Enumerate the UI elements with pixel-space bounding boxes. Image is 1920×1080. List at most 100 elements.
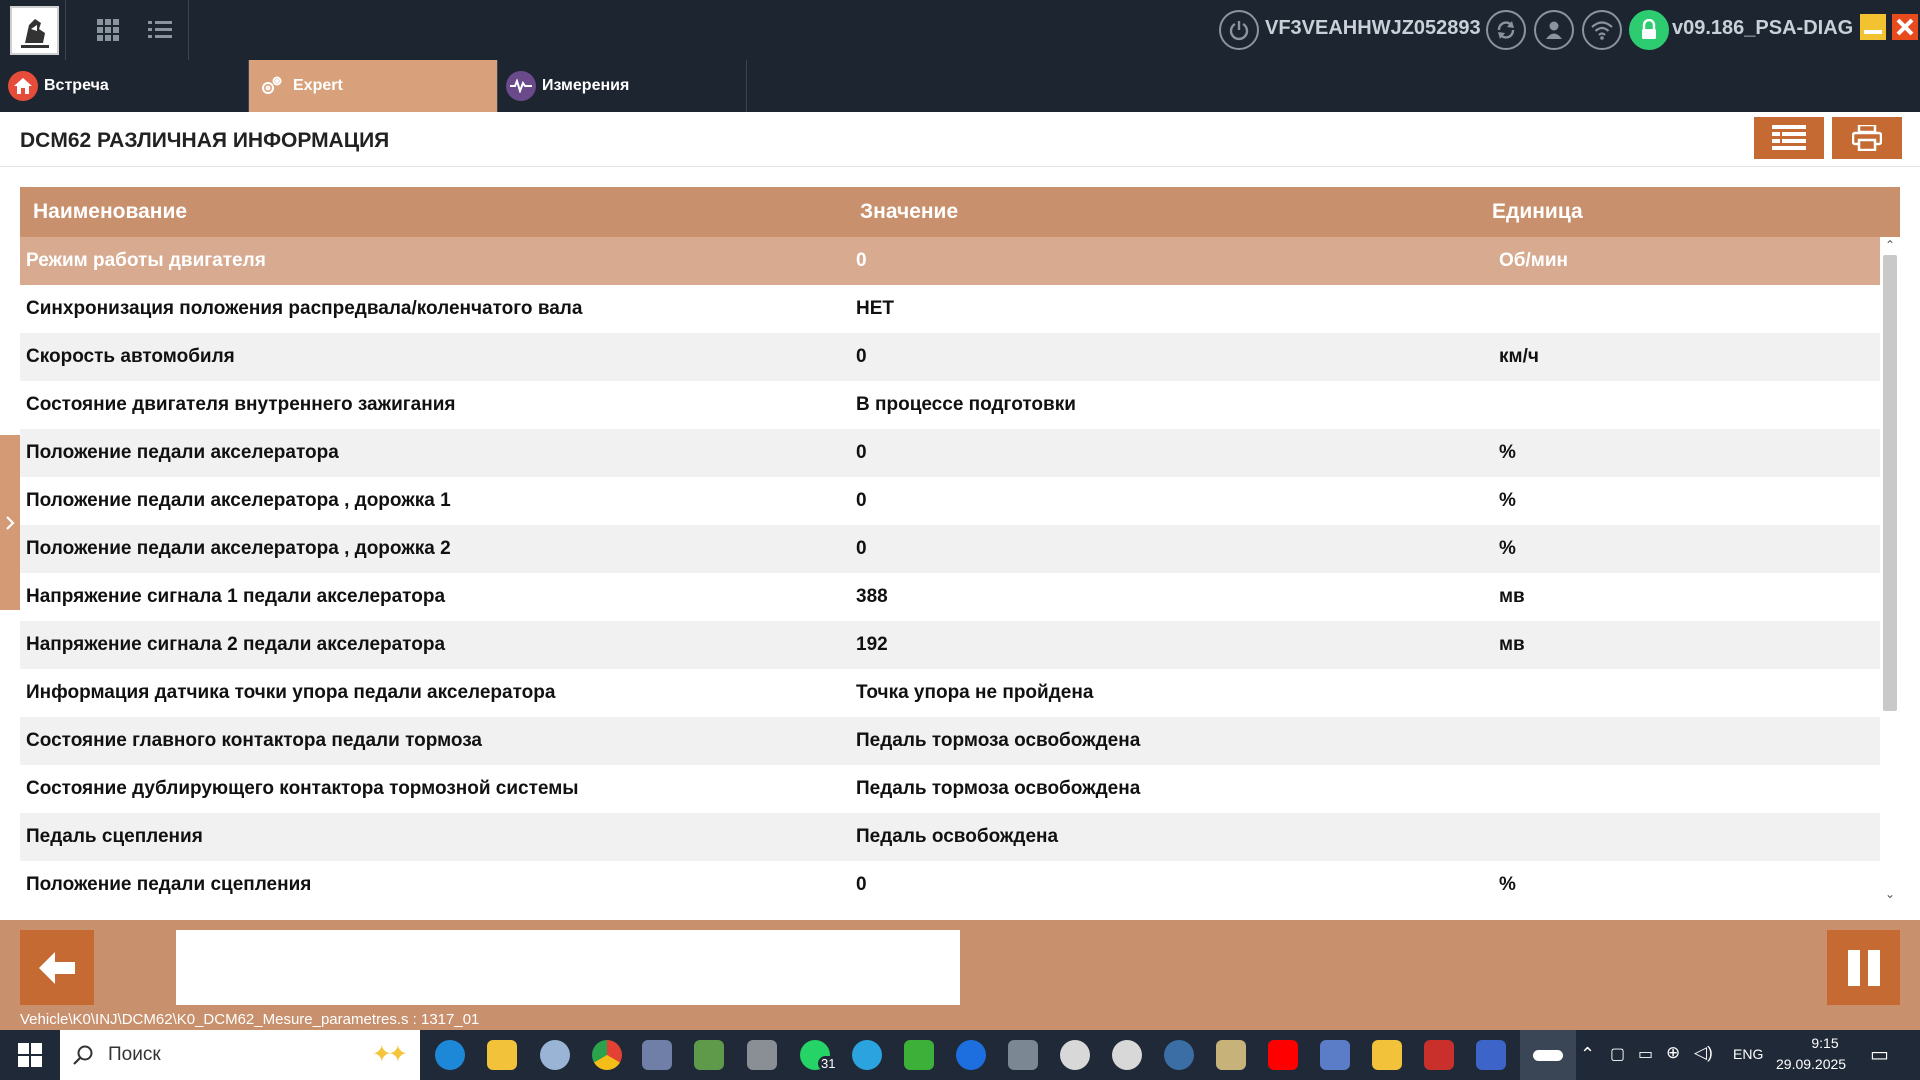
close-button[interactable] [1892, 14, 1918, 40]
column-header-value: Значение [860, 200, 959, 223]
table-row[interactable]: Напряжение сигнала 2 педали акселератора… [20, 621, 1880, 669]
tab-label: Expert [293, 77, 343, 94]
user-folder-icon[interactable] [1216, 1040, 1246, 1070]
tab-expert[interactable]: Expert [249, 60, 498, 112]
tray-chevron-icon[interactable]: ⌃ [1580, 1044, 1595, 1065]
scroll-down-icon[interactable]: ⌄ [1883, 887, 1897, 901]
scrollbar-thumb[interactable] [1883, 255, 1897, 711]
table-row[interactable]: Режим работы двигателя 0 Об/мин [20, 237, 1880, 285]
device-icon[interactable]: ▢ [1610, 1044, 1625, 1064]
chrome-icon[interactable] [592, 1040, 622, 1070]
topbar-separator [65, 0, 66, 60]
top-bar: VF3VEAHHWJZ052893 v09.186_PSA-DIAG [0, 0, 1920, 60]
windows-taskbar: Поиск ✦✦ 31 ⌃ ▢ ▭ ⊕ ◁) ENG 9:15 29.09.20… [0, 1030, 1920, 1080]
pulse-icon [506, 71, 536, 101]
telegram-icon[interactable] [852, 1040, 882, 1070]
active-app-toggle-icon[interactable] [1520, 1030, 1576, 1080]
minimize-icon [1864, 30, 1882, 34]
table-header: Наименование Значение Единица [20, 187, 1900, 237]
spreadsheet-icon[interactable] [694, 1040, 724, 1070]
table-row[interactable]: Положение педали акселератора , дорожка … [20, 525, 1880, 573]
peugeot-logo [10, 6, 59, 55]
table-row[interactable]: Синхронизация положения распредвала/коле… [20, 285, 1880, 333]
diamond-app-icon[interactable] [1372, 1040, 1402, 1070]
tab-label: Измерения [542, 77, 630, 94]
lion-logo-icon [20, 18, 49, 48]
vertical-scrollbar[interactable]: ⌃ ⌄ [1880, 237, 1900, 902]
diag-app-icon[interactable] [1060, 1040, 1090, 1070]
table-row[interactable]: Информация датчика точки упора педали ак… [20, 669, 1880, 717]
gears-icon [257, 71, 287, 101]
utorrent-icon[interactable] [904, 1040, 934, 1070]
youtube-icon[interactable] [1268, 1040, 1298, 1070]
table-row[interactable]: Напряжение сигнала 1 педали акселератора… [20, 573, 1880, 621]
edge-icon[interactable] [435, 1040, 465, 1070]
notifications-icon[interactable]: ▭ [1870, 1042, 1889, 1067]
topbar-separator [188, 0, 189, 60]
page-header: DCM62 РАЗЛИЧНАЯ ИНФОРМАЦИЯ [0, 112, 1920, 167]
windows-logo-icon [18, 1043, 29, 1054]
column-header-unit: Единица [1492, 200, 1583, 223]
table-row[interactable]: Положение педали сцепления 0 % [20, 861, 1880, 902]
power-icon [1229, 21, 1249, 41]
version-label: v09.186_PSA-DIAG [1672, 17, 1854, 39]
rows-layout-icon [1772, 125, 1806, 150]
file-explorer-icon[interactable] [487, 1040, 517, 1070]
script-path: Vehicle\K0\INJ\DCM62\K0_DCM62_Mesure_par… [20, 1011, 480, 1028]
taskbar-search[interactable]: Поиск ✦✦ [60, 1030, 420, 1080]
calculator-icon[interactable] [747, 1040, 777, 1070]
clock-time[interactable]: 9:15 [1798, 1035, 1852, 1051]
layout-button[interactable] [1754, 117, 1824, 159]
search-icon [73, 1045, 93, 1065]
lock-button[interactable] [1629, 10, 1669, 50]
print-button[interactable] [1832, 117, 1902, 159]
clock-date[interactable]: 29.09.2025 [1776, 1056, 1846, 1072]
image-editor-icon[interactable] [642, 1040, 672, 1070]
language-indicator[interactable]: ENG [1733, 1046, 1763, 1062]
list-icon[interactable] [145, 15, 175, 45]
paint-icon[interactable] [540, 1040, 570, 1070]
volume-icon[interactable]: ◁) [1694, 1043, 1713, 1063]
tab-vstrecha[interactable]: Встреча [0, 60, 249, 112]
table-row[interactable]: Положение педали акселератора 0 % [20, 429, 1880, 477]
start-button[interactable] [18, 1043, 42, 1067]
arrow-left-icon [39, 951, 75, 984]
table-row[interactable]: Состояние главного контактора педали тор… [20, 717, 1880, 765]
column-header-name: Наименование [33, 200, 188, 223]
minimize-button[interactable] [1860, 14, 1886, 40]
back-button[interactable] [20, 930, 94, 1005]
sparkle-icon: ✦✦ [371, 1041, 408, 1068]
save-disk-icon[interactable] [1476, 1040, 1506, 1070]
scroll-up-icon[interactable]: ⌃ [1883, 238, 1897, 252]
table-row[interactable]: Педаль сцепления Педаль освобождена [20, 813, 1880, 861]
pause-button[interactable] [1827, 930, 1900, 1005]
table-row[interactable]: Положение педали акселератора , дорожка … [20, 477, 1880, 525]
apps-grid-icon[interactable] [93, 15, 123, 45]
globe-icon[interactable]: ⊕ [1666, 1043, 1680, 1063]
printer-icon [1852, 125, 1882, 151]
whatsapp-badge: 31 [818, 1056, 839, 1071]
lock-icon [1642, 19, 1656, 39]
network-tool-icon[interactable] [1320, 1040, 1350, 1070]
table-row[interactable]: Скорость автомобиля 0 км/ч [20, 333, 1880, 381]
home-icon [8, 71, 38, 101]
chevron-right-icon [6, 515, 15, 530]
user-button[interactable] [1534, 10, 1574, 50]
power-button[interactable] [1219, 10, 1259, 50]
tab-izmereniya[interactable]: Измерения [498, 60, 747, 112]
table-row[interactable]: Состояние дублирующего контактора тормоз… [20, 765, 1880, 813]
side-panel-toggle[interactable] [0, 435, 20, 610]
steam-icon[interactable] [1164, 1040, 1194, 1070]
archive-icon[interactable] [1008, 1040, 1038, 1070]
table-row[interactable]: Состояние двигателя внутреннего зажигани… [20, 381, 1880, 429]
swift-app-icon[interactable] [956, 1040, 986, 1070]
diag-app-2-icon[interactable] [1112, 1040, 1142, 1070]
wifi-button[interactable] [1582, 10, 1622, 50]
user-icon [1546, 21, 1562, 39]
filezilla-icon[interactable] [1424, 1040, 1454, 1070]
search-placeholder: Поиск [108, 1044, 161, 1065]
tab-bar: Встреча Expert Измерения [0, 60, 1920, 112]
battery-icon[interactable]: ▭ [1638, 1044, 1653, 1064]
refresh-button[interactable] [1486, 10, 1526, 50]
message-area [176, 930, 960, 1005]
